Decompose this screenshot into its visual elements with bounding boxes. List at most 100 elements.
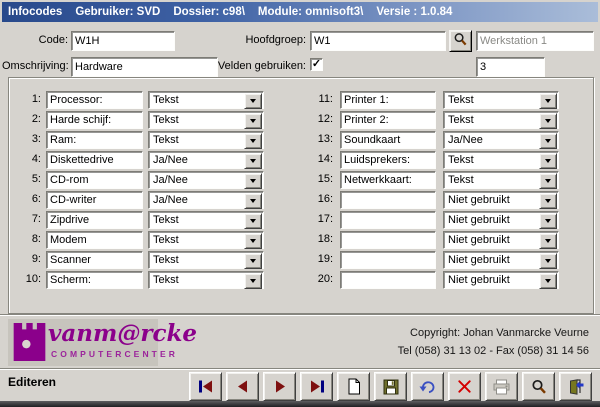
field-row: 19: Niet gebruikt (0, 251, 600, 269)
app-title: Infocodes (8, 6, 63, 18)
chevron-down-icon[interactable] (539, 233, 557, 249)
field-row: 11: Tekst (0, 91, 600, 109)
field-label-input[interactable] (340, 271, 436, 289)
last-record-icon (309, 380, 325, 393)
field-type-select[interactable]: Niet gebruikt (443, 231, 559, 249)
code-input[interactable] (71, 31, 175, 51)
titlebar-dossier: Dossier: c98\ (173, 6, 245, 18)
next-record-button[interactable] (263, 372, 296, 401)
toolbar-separator (0, 368, 600, 370)
first-record-button[interactable] (189, 372, 222, 401)
chevron-down-icon[interactable] (539, 153, 557, 169)
field-row: 18: Niet gebruikt (0, 231, 600, 249)
next-record-icon (272, 380, 288, 393)
undo-button[interactable] (411, 372, 444, 401)
castle-icon (13, 323, 46, 366)
field-label-input[interactable] (340, 211, 436, 229)
telfax-line: Tel (058) 31 13 02 - Fax (058) 31 14 56 (397, 345, 589, 357)
hoofdgroep-label: Hoofdgroep: (245, 34, 306, 46)
delete-icon (457, 379, 472, 394)
exit-door-icon (568, 378, 584, 395)
field-type-select[interactable]: Tekst (443, 151, 559, 169)
field-label-input[interactable] (340, 251, 436, 269)
first-record-icon (198, 380, 214, 393)
field-type-select[interactable]: Niet gebruikt (443, 251, 559, 269)
undo-icon (419, 379, 436, 395)
field-row: 16: Niet gebruikt (0, 191, 600, 209)
infocodes-window: Infocodes Gebruiker: SVD Dossier: c98\ M… (0, 0, 600, 407)
save-icon (383, 379, 399, 395)
field-number: 11: (318, 93, 333, 105)
chevron-down-icon[interactable] (539, 193, 557, 209)
chevron-down-icon[interactable] (539, 113, 557, 129)
chevron-down-icon[interactable] (539, 93, 557, 109)
field-number: 18: (317, 233, 333, 245)
omschrijving-label: Omschrijving: (2, 60, 69, 72)
brand-subtitle: COMPUTERCENTER (51, 349, 178, 359)
field-type-select[interactable]: Niet gebruikt (443, 191, 559, 209)
field-row: 12: Tekst (0, 111, 600, 129)
save-button[interactable] (374, 372, 407, 401)
prior-record-icon (235, 380, 251, 393)
field-row: 14: Tekst (0, 151, 600, 169)
titlebar-user: Gebruiker: SVD (75, 6, 161, 18)
field-label-input[interactable] (340, 191, 436, 209)
search-icon (531, 379, 547, 395)
field-row: 15: Tekst (0, 171, 600, 189)
code-label: Code: (38, 34, 68, 46)
chevron-down-icon[interactable] (539, 253, 557, 269)
field-number: 19: (317, 253, 333, 265)
printer-icon (493, 379, 510, 395)
titlebar-module: Module: omnisoft3\ (257, 6, 364, 18)
print-button[interactable] (485, 372, 518, 401)
field-type-select[interactable]: Tekst (443, 171, 559, 189)
field-label-input[interactable] (340, 151, 436, 169)
field-type-select[interactable]: Tekst (443, 111, 559, 129)
field-row: 20: Niet gebruikt (0, 271, 600, 289)
exit-button[interactable] (559, 372, 592, 401)
titlebar-version: Versie : 1.0.84 (376, 6, 453, 18)
field-number: 17: (317, 213, 333, 225)
field-row: 13: Ja/Nee (0, 131, 600, 149)
hoofdgroep-name-field (476, 31, 594, 51)
field-number: 16: (317, 193, 333, 205)
field-label-input[interactable] (340, 131, 436, 149)
field-number: 14: (317, 153, 333, 165)
hoofdgroep-lookup-button[interactable] (449, 30, 472, 52)
search-icon (453, 32, 468, 50)
chevron-down-icon[interactable] (539, 133, 557, 149)
delete-button[interactable] (448, 372, 481, 401)
chevron-down-icon[interactable] (539, 173, 557, 189)
field-label-input[interactable] (340, 111, 436, 129)
field-row: 17: Niet gebruikt (0, 211, 600, 229)
window-bottom-edge (0, 401, 600, 407)
field-number: 13: (317, 133, 333, 145)
search-button[interactable] (522, 372, 555, 401)
last-record-button[interactable] (300, 372, 333, 401)
field-number: 20: (317, 273, 333, 285)
new-record-button[interactable] (337, 372, 370, 401)
chevron-down-icon[interactable] (539, 213, 557, 229)
aantal-velden-input[interactable] (476, 57, 545, 77)
prior-record-button[interactable] (226, 372, 259, 401)
copyright-line: Copyright: Johan Vanmarcke Veurne (410, 327, 589, 339)
field-label-input[interactable] (340, 91, 436, 109)
velden-gebruiken-label: Velden gebruiken: (217, 60, 306, 72)
field-label-input[interactable] (340, 171, 436, 189)
brand-name: vanm@rcke (48, 320, 198, 347)
hoofdgroep-input[interactable] (310, 31, 446, 51)
field-type-select[interactable]: Niet gebruikt (443, 271, 559, 289)
mode-status-label: Editeren (8, 375, 57, 389)
velden-gebruiken-checkbox[interactable]: ✓ (310, 58, 323, 71)
footer-separator (0, 314, 600, 316)
field-type-select[interactable]: Tekst (443, 91, 559, 109)
new-document-icon (346, 378, 362, 395)
title-bar: Infocodes Gebruiker: SVD Dossier: c98\ M… (2, 2, 598, 22)
field-number: 12: (317, 113, 333, 125)
field-number: 15: (317, 173, 333, 185)
field-type-select[interactable]: Niet gebruikt (443, 211, 559, 229)
field-label-input[interactable] (340, 231, 436, 249)
omschrijving-input[interactable] (71, 57, 218, 77)
chevron-down-icon[interactable] (539, 273, 557, 289)
field-type-select[interactable]: Ja/Nee (443, 131, 559, 149)
